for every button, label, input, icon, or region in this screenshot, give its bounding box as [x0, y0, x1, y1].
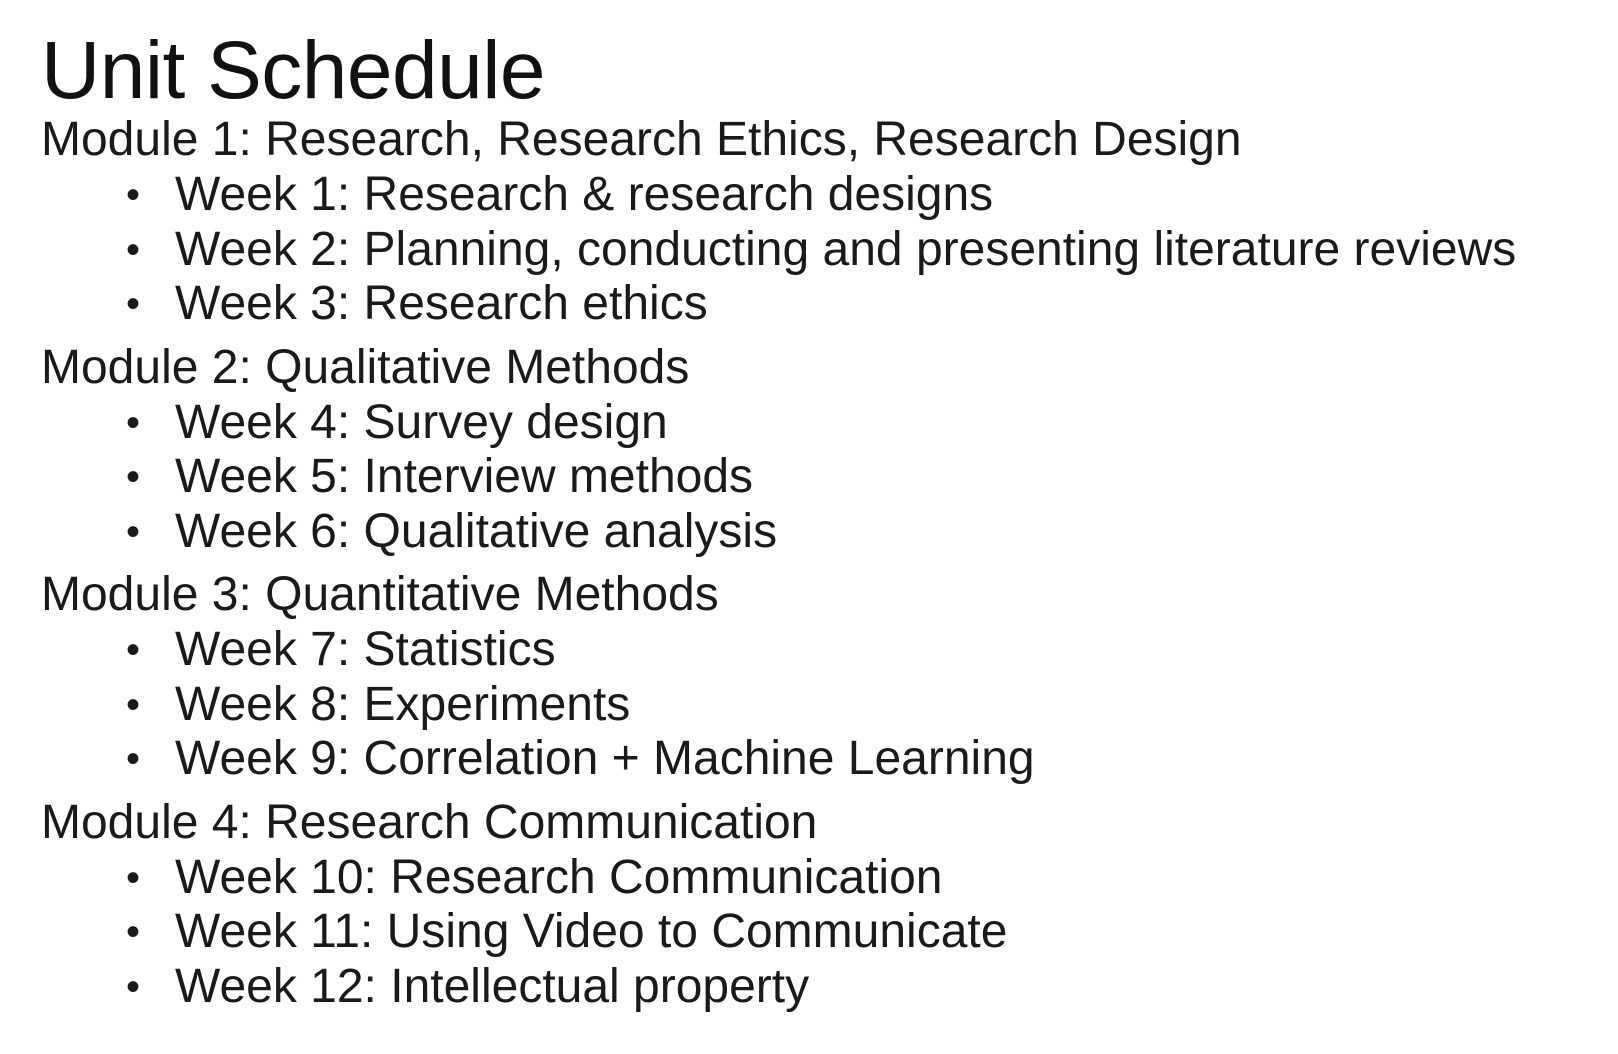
week-item: • Week 2: Planning, conducting and presen… [41, 223, 1601, 278]
bullet-icon: • [126, 628, 141, 672]
week-label: Week 4: Survey design [175, 395, 668, 449]
bullet-icon: • [126, 964, 141, 1009]
week-label: Week 6: Qualitative analysis [175, 504, 778, 558]
bullet-icon: • [126, 173, 141, 217]
bullet-icon: • [126, 509, 141, 554]
week-label: Week 1: Research & research designs [175, 168, 994, 221]
week-label: Week 2: Planning, conducting and present… [175, 222, 1517, 276]
bullet-icon: • [126, 682, 141, 727]
week-label: Week 11: Using Video to Communicate [175, 905, 1008, 958]
module-heading: Module 3: Quantitative Methods [41, 568, 719, 621]
week-label: Week 9: Correlation + Machine Learning [175, 732, 1035, 785]
week-list: • Week 10: Research Communication • Week 1… [41, 851, 1601, 1015]
week-list: • Week 7: Statistics • Week 8: Experiments… [41, 623, 1601, 787]
week-item: • Week 8: Experiments [41, 678, 1601, 733]
week-item: • Week 5: Interview methods [41, 450, 1601, 505]
bullet-icon: • [126, 227, 141, 272]
week-item: • Week 10: Research Communication [41, 851, 1601, 906]
week-label: Week 8: Experiments [175, 677, 631, 731]
week-item: • Week 12: Intellectual property [41, 960, 1601, 1015]
bullet-icon: • [126, 400, 141, 445]
week-label: Week 10: Research Communication [175, 850, 943, 904]
week-item: • Week 11: Using Video to Communicate [41, 905, 1601, 960]
week-item: • Week 4: Survey design [41, 396, 1601, 451]
module-1: Module 1: Research, Research Ethics, Res… [41, 114, 1601, 332]
week-list: • Week 4: Survey design • Week 5: Intervie… [41, 396, 1601, 560]
bullet-icon: • [126, 855, 141, 900]
week-item: • Week 6: Qualitative analysis [41, 505, 1601, 560]
week-item: • Week 9: Correlation + Machine Learning [41, 732, 1601, 787]
week-label: Week 3: Research ethics [175, 277, 708, 330]
week-item: • Week 7: Statistics [41, 623, 1601, 678]
week-label: Week 5: Interview methods [175, 450, 754, 503]
bullet-icon: • [126, 910, 141, 954]
module-4: Module 4: Research Communication • Week 1… [41, 795, 1601, 1015]
bullet-icon: • [126, 455, 141, 499]
week-item: • Week 1: Research & research designs [41, 168, 1601, 223]
module-heading: Module 1: Research, Research Ethics, Res… [41, 113, 1242, 166]
bullet-icon: • [126, 282, 141, 326]
slide-title: Unit Schedule [41, 25, 546, 116]
week-list: • Week 1: Research & research designs • We… [41, 168, 1601, 332]
week-label: Week 7: Statistics [175, 623, 556, 676]
module-3: Module 3: Quantitative Methods • Week 7: … [41, 569, 1601, 787]
week-item: • Week 3: Research ethics [41, 277, 1601, 332]
module-heading: Module 2: Qualitative Methods [41, 340, 690, 394]
week-label: Week 12: Intellectual property [175, 959, 810, 1013]
module-2: Module 2: Qualitative Methods • Week 4: S… [41, 340, 1601, 560]
bullet-icon: • [126, 737, 141, 781]
module-heading: Module 4: Research Communication [41, 795, 818, 849]
slide: Unit Schedule Module 1: Research, Resear… [41, 0, 1601, 1014]
